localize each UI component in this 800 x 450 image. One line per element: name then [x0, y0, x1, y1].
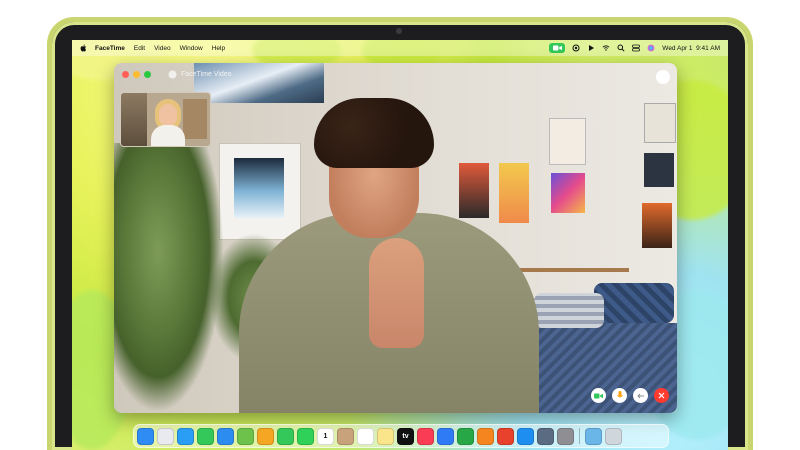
fullscreen-button[interactable]	[656, 70, 670, 84]
dock-tv-icon[interactable]: tv	[397, 427, 414, 445]
shelf	[519, 268, 629, 272]
menu-help[interactable]: Help	[212, 45, 225, 52]
dock-calendar-icon[interactable]: 1	[317, 427, 334, 445]
dock-keynote-icon[interactable]	[437, 427, 454, 445]
end-call-button[interactable]	[654, 388, 669, 403]
facetime-status-icon[interactable]	[549, 43, 566, 53]
menu-edit[interactable]: Edit	[134, 45, 145, 52]
wall-poster	[644, 153, 674, 187]
play-icon[interactable]	[587, 44, 595, 52]
dock-app-label: tv	[402, 432, 409, 440]
wall-poster	[459, 163, 489, 218]
dock-settings-icon[interactable]	[557, 427, 574, 445]
menu-date-time[interactable]: Wed Apr 1 9:41 AM	[662, 45, 720, 52]
call-controls	[591, 388, 669, 403]
dock-photos-icon[interactable]	[257, 427, 274, 445]
dock-separator	[579, 428, 580, 444]
search-icon[interactable]	[617, 44, 625, 52]
zoom-window-button[interactable]	[144, 71, 151, 78]
siri-icon[interactable]	[647, 44, 655, 52]
dock-facetime-icon[interactable]	[277, 427, 294, 445]
dock-mirror-icon[interactable]	[497, 427, 514, 445]
dock-maps-icon[interactable]	[237, 427, 254, 445]
dock-numbers-icon[interactable]	[457, 427, 474, 445]
desktop: FaceTime Edit Video Window Help Wed Apr …	[72, 40, 728, 450]
self-view-person-shirt	[151, 125, 185, 146]
control-icon[interactable]	[572, 44, 580, 52]
dock-iphone-mirroring-icon[interactable]	[537, 427, 554, 445]
dock-app-label: 1	[323, 432, 328, 440]
window-controls	[122, 71, 151, 78]
self-view-person-face	[159, 104, 177, 126]
microphone-icon	[616, 391, 623, 398]
menu-video[interactable]: Video	[154, 45, 171, 52]
dock-contacts-icon[interactable]	[337, 427, 354, 445]
person-hair	[314, 98, 434, 168]
mic-toggle-button[interactable]	[612, 388, 627, 403]
menu-window[interactable]: Window	[180, 45, 203, 52]
minimize-window-button[interactable]	[133, 71, 140, 78]
self-view-shelf	[183, 99, 207, 139]
wifi-icon[interactable]	[602, 44, 610, 52]
effects-button[interactable]	[633, 388, 648, 403]
dock-notes-icon[interactable]	[377, 427, 394, 445]
dock-finder-icon[interactable]	[137, 427, 154, 445]
dock-mail-icon[interactable]	[217, 427, 234, 445]
apple-icon[interactable]	[80, 44, 87, 52]
pillow	[594, 283, 674, 323]
dock-phone-icon[interactable]	[297, 427, 314, 445]
dock-safari-icon[interactable]	[177, 427, 194, 445]
dock-launchpad-icon[interactable]	[157, 427, 174, 445]
self-view-left-pane	[121, 93, 147, 146]
self-view[interactable]	[120, 92, 211, 147]
wall-poster	[549, 118, 586, 165]
pillow	[534, 293, 604, 328]
dock-messages-icon[interactable]	[197, 427, 214, 445]
plant	[114, 143, 224, 413]
window-title: FaceTime Video	[181, 70, 232, 78]
video-camera-icon	[594, 393, 603, 398]
sidebar-icon[interactable]	[168, 70, 177, 79]
castle-art	[234, 158, 284, 218]
arrow-left-icon	[636, 393, 644, 398]
dock-pages-icon[interactable]	[477, 427, 494, 445]
facetime-window: FaceTime Video	[114, 63, 677, 413]
menu-bar: FaceTime Edit Video Window Help Wed Apr …	[72, 40, 728, 56]
menu-app-name[interactable]: FaceTime	[95, 45, 125, 52]
camera	[396, 28, 402, 34]
dock-music-icon[interactable]	[417, 427, 434, 445]
wall-poster	[642, 203, 672, 248]
wall-poster	[499, 163, 529, 223]
dock-trash-icon[interactable]	[605, 427, 622, 445]
dock-downloads-folder-icon[interactable]	[585, 427, 602, 445]
control-center-icon[interactable]	[632, 44, 641, 52]
close-icon	[658, 392, 665, 399]
close-window-button[interactable]	[122, 71, 129, 78]
dock: 1 tv	[133, 424, 669, 448]
wall-poster	[644, 103, 676, 143]
dock-app-store-icon[interactable]	[517, 427, 534, 445]
wall-poster	[551, 173, 585, 213]
window-title-bar: FaceTime Video	[168, 68, 232, 80]
dock-reminders-icon[interactable]	[357, 427, 374, 445]
person-hands	[369, 238, 424, 348]
video-toggle-button[interactable]	[591, 388, 606, 403]
